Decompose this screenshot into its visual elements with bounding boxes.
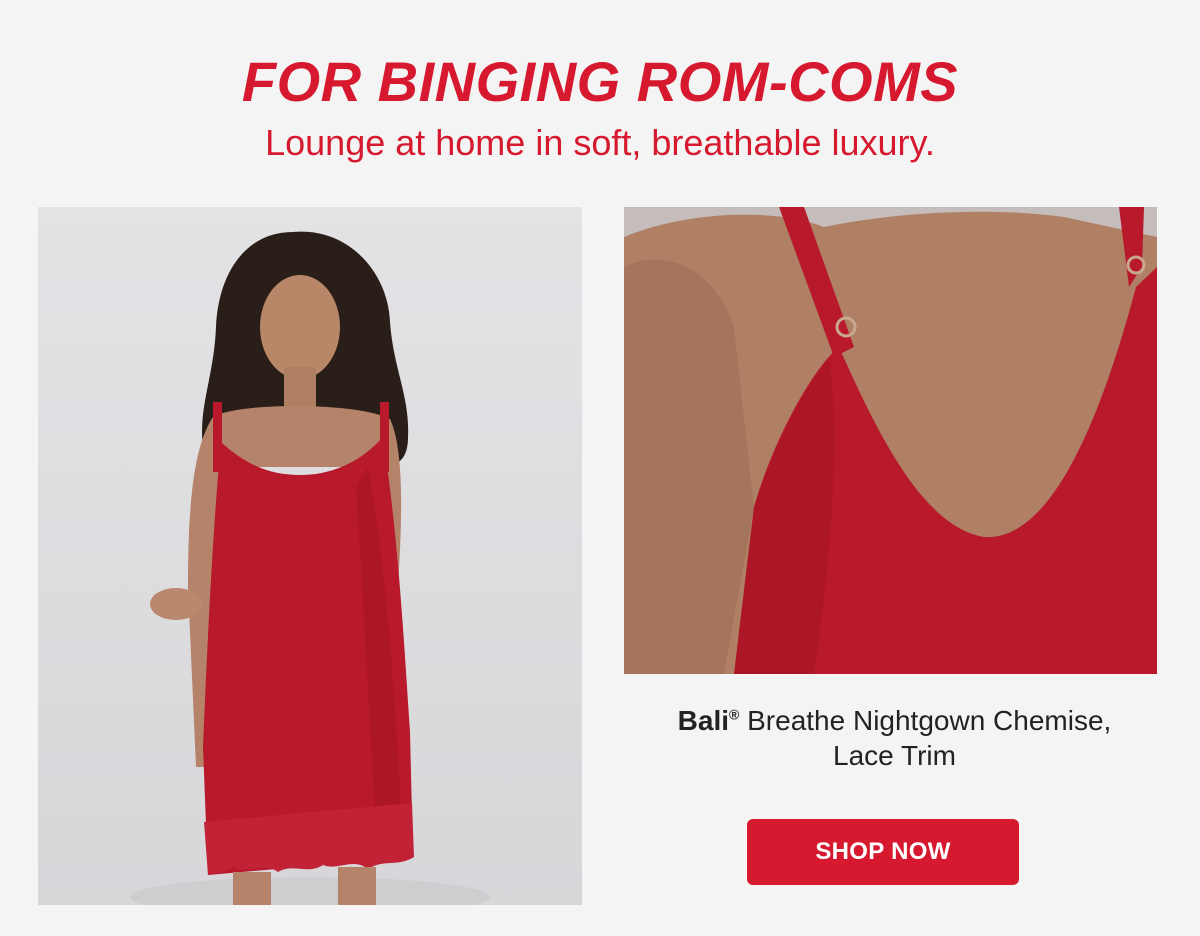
strap-right [380,402,389,472]
subheadline: Lounge at home in soft, breathable luxur… [265,122,935,163]
chemise-back-detail-photo[interactable] [624,207,1157,674]
face [260,275,340,379]
chemise-back-illustration [624,207,1157,674]
product-name-line-2: Lace Trim [833,740,956,771]
product-brand: Bali [677,705,730,736]
product-name-line-1: Breathe Nightgown Chemise, [739,705,1112,736]
model-front-illustration [130,231,490,905]
shop-now-button[interactable]: SHOP NOW [747,819,1019,885]
product-name[interactable]: Bali® Breathe Nightgown Chemise, Lace Tr… [624,703,1165,773]
neck [284,367,316,412]
leg-right [338,867,376,905]
leg-left [233,872,271,905]
model-front-photo[interactable] [38,207,582,905]
registered-mark: ® [729,706,740,723]
floor-shadow [130,877,490,905]
headline: FOR BINGING ROM-COMS [241,50,959,113]
strap-left [213,402,222,472]
hand [150,588,202,620]
